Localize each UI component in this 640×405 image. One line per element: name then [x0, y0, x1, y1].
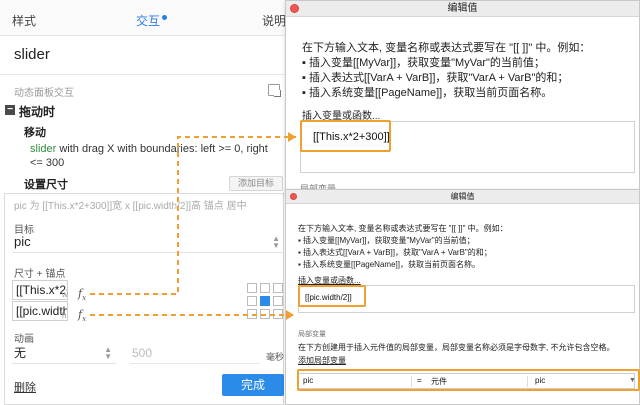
- target-select[interactable]: pic ▲ ▼: [12, 233, 284, 253]
- move-details: with drag X with boundaries: left >= 0, …: [30, 143, 268, 169]
- tab-style[interactable]: 样式: [12, 12, 36, 29]
- size-anchor-label: 尺寸 + 锚点: [14, 269, 66, 280]
- anchor-middle-right[interactable]: [273, 296, 283, 306]
- duration-unit: 毫秒: [266, 352, 285, 362]
- action-move-title[interactable]: 移动: [24, 124, 46, 140]
- insert-variable-link[interactable]: 插入变量或函数...: [302, 107, 380, 122]
- updown-arrow-icon: ▲ ▼: [272, 234, 280, 250]
- anchor-bottom-left[interactable]: [247, 309, 257, 319]
- instruction-bullet: ▪ 插入表达式[[VarA + VarB]]，获取"VarA + VarB"的和…: [302, 72, 569, 84]
- action-size-title[interactable]: 设置尺寸: [24, 176, 68, 192]
- height-input[interactable]: [[pic.width/2]]: [12, 301, 68, 321]
- instruction-bullet: ▪ 插入系统变量[[PageName]]，获取当前页面名称。: [298, 260, 480, 269]
- animation-select[interactable]: 无 ▲ ▼: [12, 344, 116, 364]
- updown-arrow-icon: ▲ ▼: [104, 345, 112, 361]
- expression-textarea[interactable]: [300, 121, 635, 173]
- dialog-instructions: 在下方输入文本, 变量名称或表达式要写在 "[[ ]]" 中。例如：: [302, 42, 591, 54]
- close-icon[interactable]: [290, 4, 299, 13]
- anchor-top-left[interactable]: [247, 283, 257, 293]
- local-variable-row: pic = 元件 pic ▼: [298, 373, 636, 389]
- chevron-down-icon[interactable]: ▼: [629, 377, 636, 384]
- dialog-title: 编辑值: [450, 192, 475, 201]
- anchor-bottom-right[interactable]: [273, 309, 283, 319]
- target-select-value: pic: [14, 234, 31, 249]
- collapse-icon[interactable]: −: [5, 105, 15, 115]
- delete-link[interactable]: 删除: [14, 379, 36, 395]
- anchor-top-right[interactable]: [273, 283, 283, 293]
- duration-input[interactable]: 500: [130, 344, 260, 364]
- dialog-titlebar: 编辑值: [286, 190, 639, 204]
- dialog-instructions: 在下方输入文本, 变量名称或表达式要写在 "[[ ]]" 中。例如：: [298, 224, 508, 233]
- add-target-button[interactable]: 添加目标: [229, 176, 283, 191]
- local-variable-name[interactable]: pic: [303, 376, 313, 385]
- instruction-bullet: ▪ 插入变量[[MyVar]]，获取变量"MyVar"的当前值；: [302, 57, 545, 69]
- function-icon[interactable]: fx: [78, 287, 86, 302]
- action-summary: pic 为 [[This.x*2+300]]宽 x [[pic.width/2]…: [14, 201, 247, 212]
- anchor-middle-left[interactable]: [247, 296, 257, 306]
- move-target: slider: [30, 143, 57, 155]
- tab-notes[interactable]: 说明: [262, 12, 286, 29]
- animation-label: 动画: [14, 334, 34, 345]
- event-title[interactable]: 拖动时: [19, 103, 55, 120]
- animation-select-value: 无: [14, 346, 27, 360]
- instruction-bullet: ▪ 插入表达式[[VarA + VarB]]，获取"VarA + VarB"的和…: [298, 248, 492, 257]
- dialog-titlebar: 编辑值: [286, 1, 639, 17]
- section-label: 动态面板交互: [14, 88, 74, 99]
- add-local-variable-link[interactable]: 添加局部变量: [298, 355, 346, 366]
- done-button[interactable]: 完成: [222, 374, 284, 396]
- instruction-bullet: ▪ 插入变量[[MyVar]]，获取变量"MyVar"的当前值；: [298, 236, 475, 245]
- action-move-description[interactable]: slider with drag X with boundaries: left…: [30, 142, 282, 170]
- edit-value-dialog-height: 编辑值 在下方输入文本, 变量名称或表达式要写在 "[[ ]]" 中。例如： ▪…: [285, 189, 640, 405]
- anchor-top-center[interactable]: [260, 283, 270, 293]
- local-variables-header: 局部变量: [298, 331, 326, 338]
- edit-value-dialog-width: 编辑值 在下方输入文本, 变量名称或表达式要写在 "[[ ]]" 中。例如： ▪…: [285, 0, 640, 195]
- panel-tabs: 样式 交互 说明: [0, 0, 287, 36]
- interaction-panel: 样式 交互 说明 slider 动态面板交互 − 拖动时 移动 slider w…: [0, 0, 288, 405]
- column-divider: [527, 376, 528, 387]
- local-variable-target[interactable]: pic: [535, 376, 545, 385]
- local-variables-description: 在下方创建用于插入元件值的局部变量，局部变量名称必须是字母数字, 不允许包含空格…: [298, 343, 615, 352]
- height-unit: h: [62, 311, 67, 320]
- column-divider: [411, 376, 412, 387]
- anchor-grid: [247, 283, 285, 321]
- tab-interaction[interactable]: 交互: [136, 12, 160, 29]
- local-variable-type[interactable]: 元件: [431, 376, 447, 387]
- equals-sign: =: [417, 376, 422, 385]
- close-icon[interactable]: [290, 193, 297, 200]
- dialog-title: 编辑值: [447, 3, 478, 14]
- instruction-bullet: ▪ 插入系统变量[[PageName]]，获取当前页面名称。: [302, 87, 553, 99]
- expression-value: [[This.x*2+300]]: [313, 131, 390, 143]
- width-input[interactable]: [[This.x*2+300]]: [12, 280, 68, 300]
- widget-name[interactable]: slider: [14, 46, 50, 63]
- divider: [0, 74, 287, 75]
- width-unit: w: [62, 290, 68, 299]
- unsaved-dot-icon: [162, 15, 167, 20]
- expression-value: [[pic.width/2]]: [305, 293, 352, 302]
- anchor-center[interactable]: [260, 296, 270, 306]
- open-dialog-icon[interactable]: [268, 84, 281, 97]
- function-icon[interactable]: fx: [78, 308, 86, 323]
- anchor-bottom-center[interactable]: [260, 309, 270, 319]
